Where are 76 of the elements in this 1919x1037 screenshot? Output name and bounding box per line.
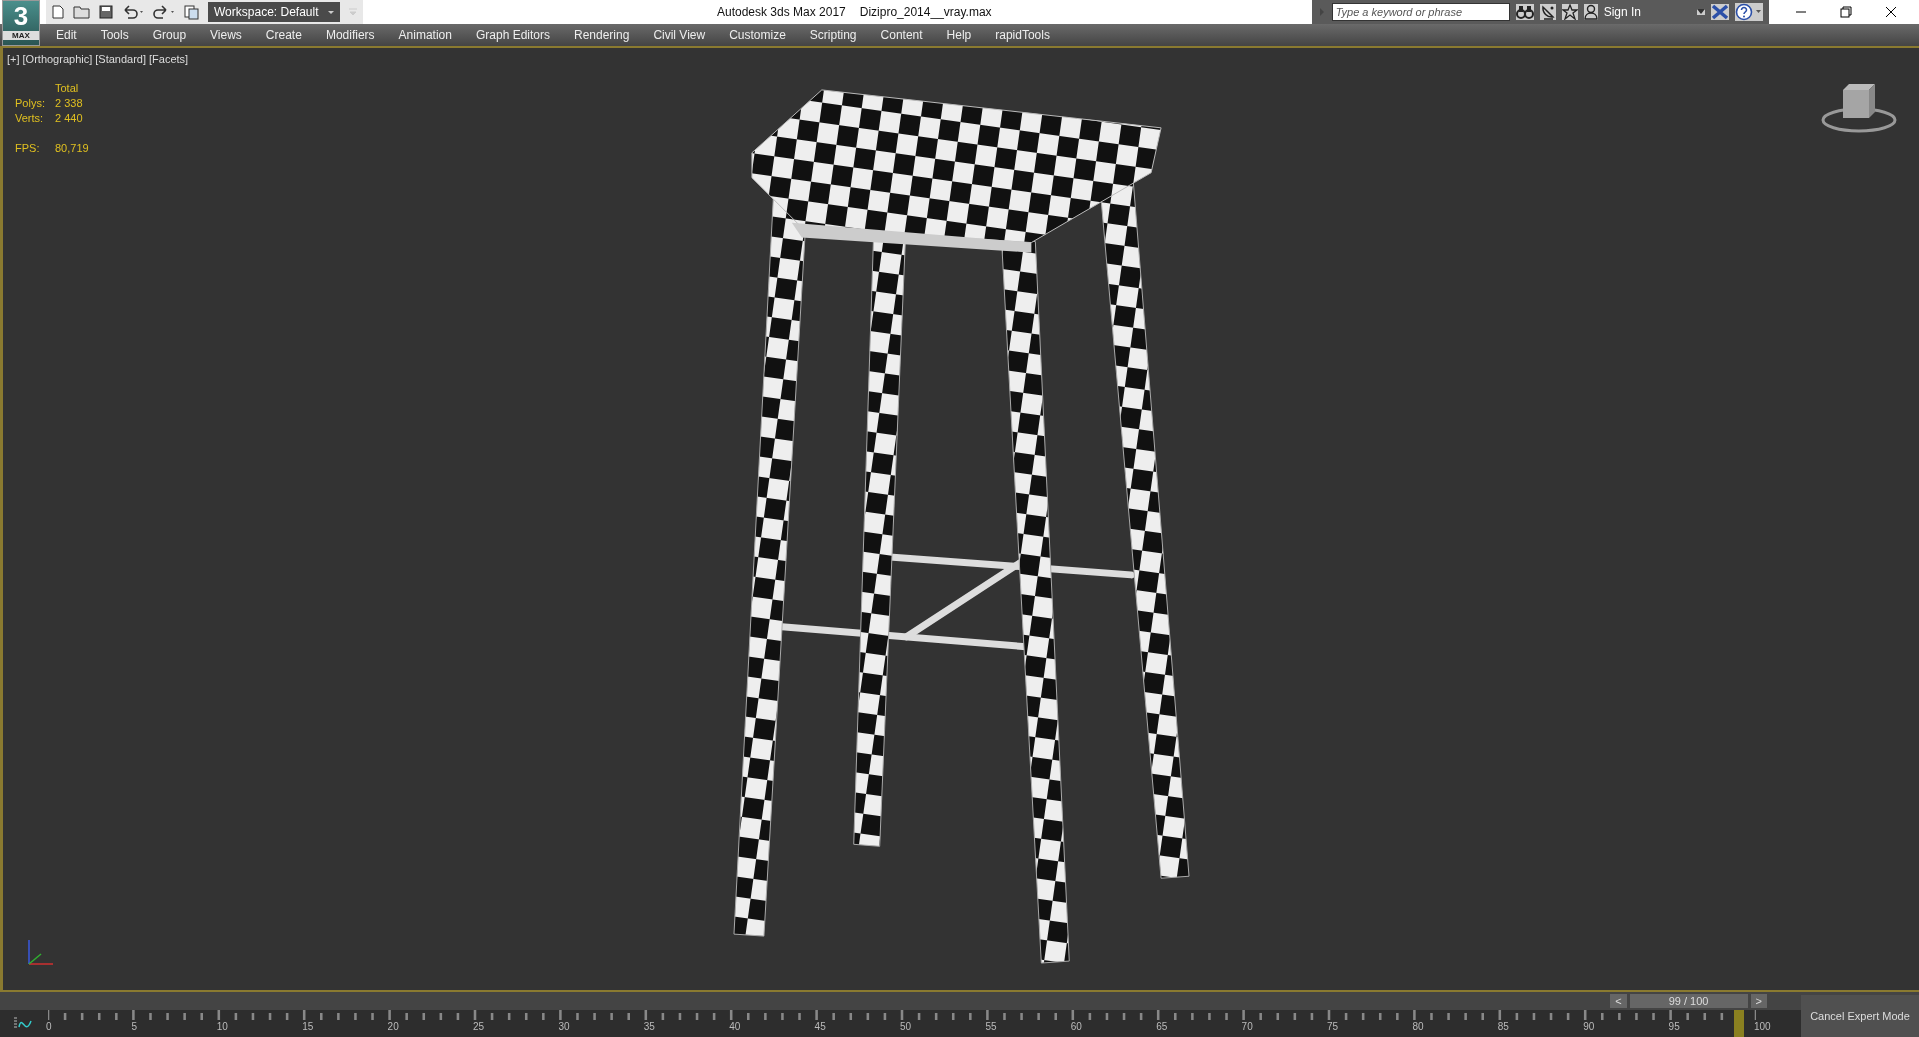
menu-item[interactable]: Views — [210, 28, 242, 42]
close-icon[interactable] — [1885, 6, 1897, 18]
next-frame-button[interactable]: > — [1750, 994, 1767, 1008]
menu-item[interactable]: rapidTools — [995, 28, 1050, 42]
viewport-label[interactable]: [Facets] — [149, 53, 189, 65]
frame-number: 20 — [387, 1021, 399, 1032]
frame-number: 85 — [1497, 1021, 1509, 1032]
viewport-label[interactable]: [+] — [7, 53, 20, 65]
frame-number: 35 — [643, 1021, 655, 1032]
star-icon[interactable] — [1561, 4, 1578, 20]
menu-item[interactable]: Modifiers — [325, 28, 375, 42]
help-icon[interactable] — [1735, 3, 1763, 21]
menu-item[interactable]: Edit — [56, 28, 77, 42]
menu-item[interactable]: Create — [265, 28, 302, 42]
frame-number: 75 — [1327, 1021, 1339, 1032]
sign-in-link[interactable]: Sign In — [1603, 5, 1641, 19]
binoculars-icon[interactable] — [1515, 4, 1534, 20]
frame-number: 0 — [46, 1021, 52, 1032]
project-folder-icon[interactable] — [183, 4, 201, 20]
frame-number: 50 — [900, 1021, 912, 1032]
menu-item[interactable]: Tools — [100, 28, 129, 42]
menu-item[interactable]: Help — [946, 28, 972, 42]
curve-editor-icon[interactable] — [12, 1015, 34, 1031]
satellite-dish-icon[interactable] — [1539, 4, 1556, 20]
search-field[interactable]: Type a keyword or phrase — [1331, 3, 1510, 21]
new-file-icon[interactable] — [50, 4, 66, 20]
menu-item[interactable]: Graph Editors — [475, 28, 550, 42]
frame-number: 15 — [302, 1021, 314, 1032]
frame-number: 25 — [473, 1021, 485, 1032]
frame-number: 5 — [131, 1021, 137, 1032]
stats-header: Total — [55, 82, 80, 94]
frame-number: 80 — [1412, 1021, 1424, 1032]
stat-label: Verts: — [15, 112, 45, 124]
viewport[interactable]: [+] [Orthographic] [Standard] [Facets] Total Polys: 2 338 Verts: 2 440 FPS: 80,719 — [0, 48, 1919, 992]
viewport-label[interactable]: [Standard] — [95, 53, 146, 65]
menu-item[interactable]: Animation — [398, 28, 452, 42]
menu-item[interactable]: Customize — [729, 28, 786, 42]
frame-number: 100 — [1754, 1021, 1771, 1032]
frame-number: 30 — [558, 1021, 570, 1032]
cancel-expert-mode-button[interactable]: Cancel Expert Mode — [1801, 995, 1919, 1037]
stat-label: Polys: — [15, 97, 46, 109]
frame-number: 10 — [216, 1021, 228, 1032]
viewport-label[interactable]: [Orthographic] — [22, 53, 93, 65]
frame-number: 40 — [729, 1021, 741, 1032]
workspace-dropdown[interactable]: Workspace: Default — [208, 2, 340, 22]
restore-icon[interactable] — [1840, 6, 1852, 18]
stat-value: 2 440 — [55, 112, 84, 124]
frame-number: 55 — [985, 1021, 997, 1032]
frame-number: 65 — [1156, 1021, 1168, 1032]
user-icon[interactable] — [1583, 4, 1598, 20]
caret-icon[interactable] — [1697, 9, 1705, 15]
menu-item[interactable]: Scripting — [809, 28, 857, 42]
frame-number: 95 — [1668, 1021, 1680, 1032]
menu-item[interactable]: Group — [152, 28, 187, 42]
menu-item[interactable]: Rendering — [574, 28, 630, 42]
frame-number: 60 — [1070, 1021, 1082, 1032]
folder-icon[interactable] — [73, 4, 91, 20]
frame-counter[interactable]: 99 / 100 — [1629, 994, 1748, 1008]
redo-icon[interactable] — [152, 4, 176, 20]
app-title: Autodesk 3ds Max 2017 — [717, 5, 846, 19]
stat-value: 2 338 — [55, 97, 84, 109]
save-icon[interactable] — [98, 4, 114, 20]
fps-label: FPS: — [15, 142, 41, 154]
time-marker[interactable] — [1733, 1010, 1744, 1037]
exchange-x-icon[interactable] — [1711, 4, 1729, 20]
previous-frame-button[interactable]: < — [1610, 994, 1627, 1008]
undo-icon[interactable] — [121, 4, 145, 20]
file-name: Dizipro_2014__vray.max — [859, 5, 992, 19]
frame-number: 70 — [1241, 1021, 1253, 1032]
fps-value: 80,719 — [55, 142, 89, 154]
app-logo-button[interactable]: 3 MAX — [2, 0, 40, 46]
menu-item[interactable]: Content — [880, 28, 923, 42]
frame-number: 45 — [814, 1021, 826, 1032]
menu-item[interactable]: Civil View — [653, 28, 706, 42]
tick-marks[interactable] — [48, 1010, 1756, 1020]
frame-number: 90 — [1583, 1021, 1595, 1032]
